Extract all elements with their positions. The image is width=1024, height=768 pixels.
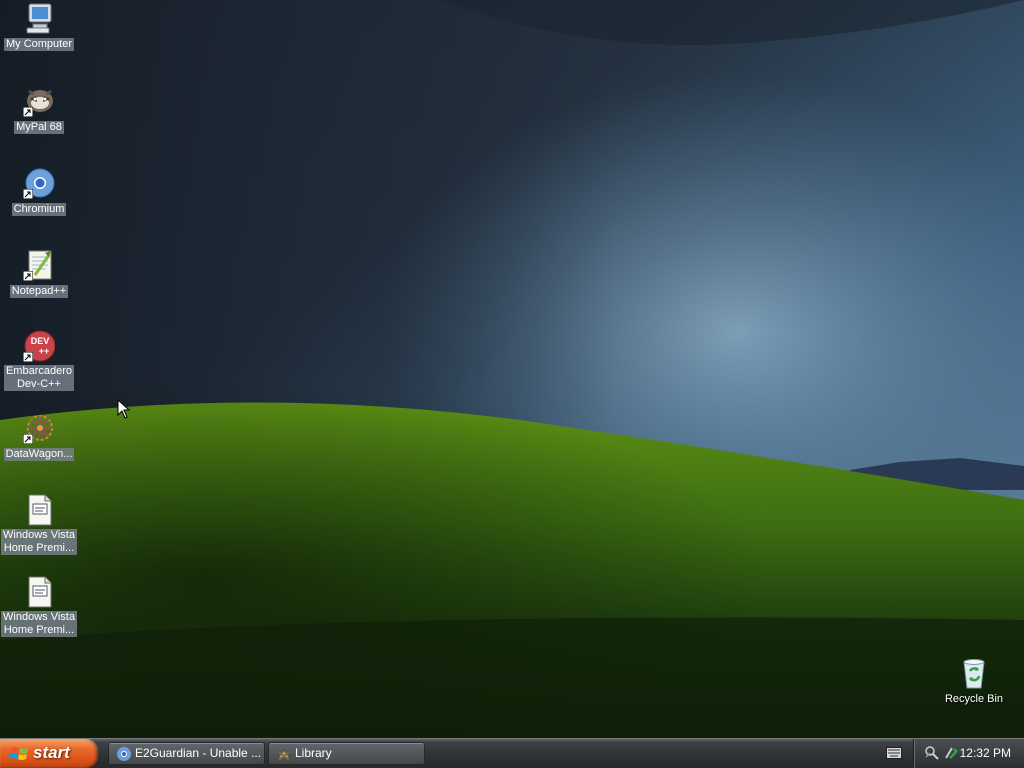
taskbar-item-label: E2Guardian - Unable ...	[135, 746, 262, 760]
desktop-icon-my-computer[interactable]: My Computer	[0, 2, 78, 52]
library-icon	[277, 749, 291, 761]
desktop-icon-label: Windows Vista Home Premi...	[1, 611, 77, 637]
network-icon[interactable]	[924, 745, 940, 761]
desktop-icon-recycle-bin[interactable]: Recycle Bin	[935, 657, 1013, 707]
clock[interactable]: 12:32 PM	[960, 746, 1011, 760]
desktop-icon-label: Recycle Bin	[944, 693, 1004, 705]
desktop-icon-vista-text-2[interactable]: Windows Vista Home Premi...	[0, 576, 78, 638]
desktop-icon-chromium[interactable]: Chromium	[0, 167, 78, 217]
desktop-icon-label: DataWagon...	[3, 448, 75, 461]
desktop-icon-mypal[interactable]: MyPal 68	[0, 85, 78, 135]
wallpaper	[0, 0, 1024, 738]
desktop-icon-label: My Computer	[3, 38, 75, 51]
notepad-plus-plus-icon	[23, 249, 55, 281]
dev-cpp-icon: DEV ++	[23, 330, 56, 362]
text-file-icon	[23, 494, 55, 526]
desktop-icon-notepad-plus-plus[interactable]: Notepad++	[0, 249, 78, 299]
desktop-icon-label: MyPal 68	[14, 121, 64, 134]
recycle-bin-icon	[958, 657, 990, 689]
windows-flag-icon	[10, 747, 28, 760]
text-file-icon	[23, 576, 55, 608]
desktop-icon-label: Notepad++	[9, 285, 69, 298]
desktop-icon-vista-text-1[interactable]: Windows Vista Home Premi...	[0, 494, 78, 556]
datawagon-icon	[23, 412, 55, 444]
desktop-icon-label: Embarcadero Dev-C++	[3, 365, 75, 391]
mouse-cursor-icon	[117, 399, 131, 419]
desktop-icon-label: Chromium	[11, 203, 67, 216]
system-tray: 12:32 PM	[913, 739, 1024, 768]
shortcut-arrow-icon	[23, 434, 33, 444]
desktop-icon-label: Windows Vista Home Premi...	[1, 529, 77, 555]
taskbar: start E2Guardian - Unable ... Library 12…	[0, 738, 1024, 768]
shortcut-arrow-icon	[23, 189, 33, 199]
desktop-icon-datawagon[interactable]: DataWagon...	[0, 412, 78, 462]
dev-badge-text: DEV	[31, 336, 50, 346]
taskbar-item-library[interactable]: Library	[268, 742, 425, 765]
taskbar-item-label: Library	[295, 746, 332, 760]
start-label: start	[33, 743, 70, 762]
start-button[interactable]: start	[0, 739, 98, 768]
desktop-icon-dev-cpp[interactable]: DEV ++ Embarcadero Dev-C++	[0, 330, 78, 392]
chromium-icon	[117, 747, 131, 761]
mypal-icon	[23, 85, 55, 117]
dev-badge-plus: ++	[39, 346, 50, 356]
shortcut-arrow-icon	[23, 352, 33, 362]
shortcut-arrow-icon	[23, 271, 33, 281]
keyboard-language-icon[interactable]	[886, 747, 902, 759]
my-computer-icon	[23, 2, 55, 34]
taskbar-item-e2guardian[interactable]: E2Guardian - Unable ...	[108, 742, 265, 765]
safely-remove-hardware-icon[interactable]	[943, 745, 959, 761]
shortcut-arrow-icon	[23, 107, 33, 117]
desktop[interactable]: My Computer MyPal 68 Chromium Notepad++ …	[0, 0, 1024, 738]
chromium-icon	[23, 167, 55, 199]
